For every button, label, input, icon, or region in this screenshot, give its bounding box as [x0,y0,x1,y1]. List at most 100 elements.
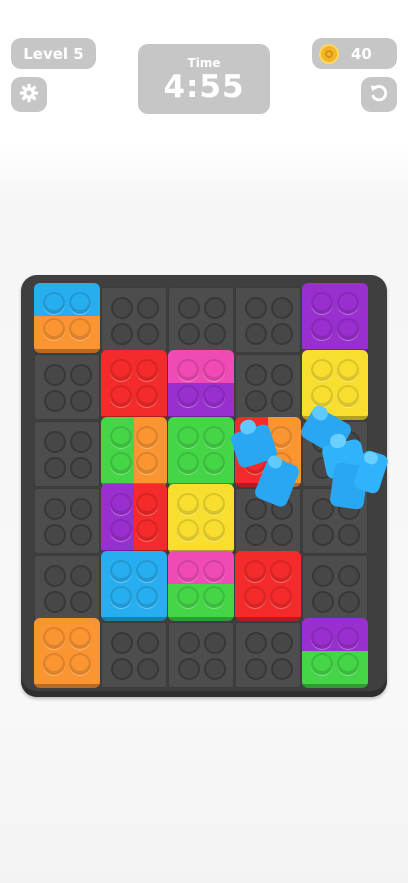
empty-stud [70,364,92,386]
color-brick[interactable] [302,283,368,353]
color-brick[interactable] [168,551,234,621]
board-cell[interactable] [34,421,100,487]
color-brick[interactable] [302,618,368,688]
color-brick[interactable] [34,618,100,688]
empty-stud [271,323,293,345]
brick-stud [177,586,199,608]
board-cell[interactable] [302,555,368,621]
brick-stud [110,385,132,407]
board-cell[interactable] [101,622,167,688]
empty-stud [44,498,66,520]
color-brick[interactable] [34,283,100,353]
empty-stud [111,323,133,345]
settings-button[interactable] [11,77,47,112]
brick-stud [69,292,91,314]
undo-button[interactable] [361,77,397,112]
empty-stud [44,390,66,412]
timer-label: Time [187,56,221,70]
scattered-blue-pieces [220,400,390,520]
empty-stud [178,658,200,680]
brick-stud [43,292,65,314]
brick-face [302,283,368,349]
brick-stud [136,426,158,448]
empty-stud [44,591,66,613]
brick-side [302,684,368,688]
empty-stud [111,297,133,319]
empty-stud [312,591,334,613]
empty-stud [312,565,334,587]
brick-stud [177,426,199,448]
empty-stud [178,632,200,654]
brick-stud [177,385,199,407]
brick-stud [311,292,333,314]
coin-count: 40 [351,44,372,63]
empty-stud [245,323,267,345]
empty-stud [312,524,334,546]
empty-stud [204,658,226,680]
empty-stud [44,364,66,386]
empty-stud [111,632,133,654]
brick-side [235,617,301,621]
empty-stud [271,297,293,319]
board-cell[interactable] [235,622,301,688]
empty-stud [44,524,66,546]
empty-stud [271,524,293,546]
gear-icon [19,83,39,107]
brick-stud [110,560,132,582]
empty-stud [338,591,360,613]
brick-stud [136,560,158,582]
brick-stud [136,452,158,474]
empty-stud [70,457,92,479]
brick-face [101,551,167,617]
brick-stud [203,560,225,582]
brick-stud [110,359,132,381]
board-cell[interactable] [34,555,100,621]
brick-stud [203,359,225,381]
color-brick[interactable] [101,417,167,487]
brick-side [34,684,100,688]
empty-stud [137,323,159,345]
brick-stud [69,627,91,649]
level-label: Level 5 [23,44,84,63]
empty-stud [271,364,293,386]
empty-stud [70,431,92,453]
empty-stud [178,323,200,345]
brick-stud [244,586,266,608]
board-cell[interactable] [34,488,100,554]
level-badge: Level 5 [11,38,96,69]
empty-stud [338,565,360,587]
brick-stud [177,452,199,474]
board-cell[interactable] [168,287,234,353]
board-cell[interactable] [34,354,100,420]
empty-stud [271,658,293,680]
brick-stud [337,359,359,381]
empty-stud [178,297,200,319]
brick-stud [311,653,333,675]
empty-stud [245,297,267,319]
brick-face [34,618,100,684]
color-brick[interactable] [101,551,167,621]
color-brick[interactable] [235,551,301,621]
empty-stud [137,632,159,654]
brick-face [235,551,301,617]
brick-stud [337,318,359,340]
coin-icon [319,43,339,64]
brick-stud [136,519,158,541]
color-brick[interactable] [101,350,167,420]
brick-stud [110,452,132,474]
board-cell[interactable] [235,287,301,353]
board-cell[interactable] [101,287,167,353]
brick-side [101,617,167,621]
brick-side [34,349,100,353]
brick-stud [311,359,333,381]
empty-stud [44,431,66,453]
brick-stud [311,627,333,649]
brick-stud [136,359,158,381]
brick-stud [270,560,292,582]
undo-icon [369,83,389,107]
brick-stud [270,586,292,608]
brick-stud [43,627,65,649]
empty-stud [245,632,267,654]
board-cell[interactable] [168,622,234,688]
color-brick[interactable] [101,484,167,554]
